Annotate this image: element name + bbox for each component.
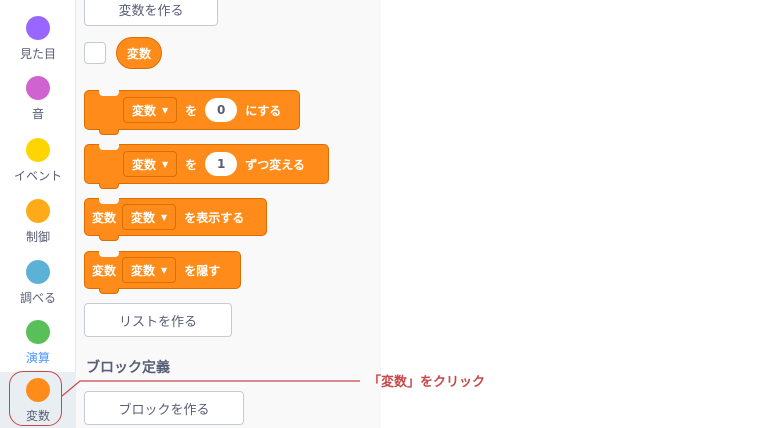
annotation-callout-text: 「変数」をクリック <box>368 375 486 390</box>
annotation-callout-line <box>61 380 360 397</box>
